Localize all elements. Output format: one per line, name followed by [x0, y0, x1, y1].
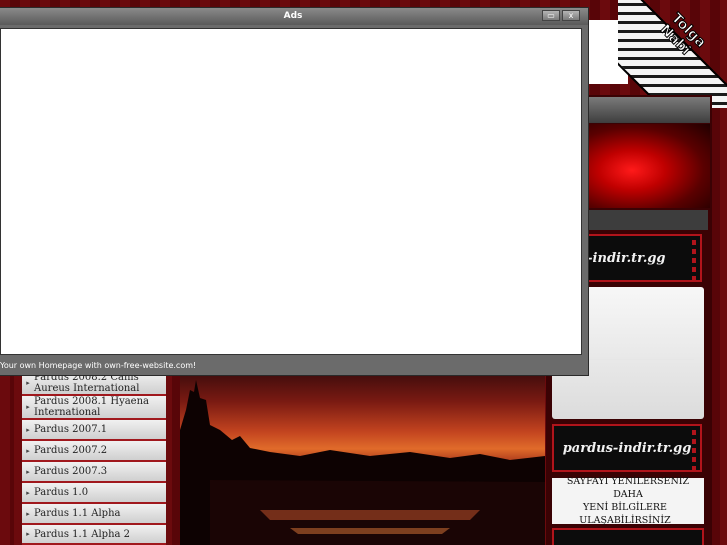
ads-title: Ads [283, 11, 303, 21]
right-sidebar-header [580, 97, 710, 123]
refresh-notice-line1: SAYFAYI YENİLERSENİZ DAHA [566, 476, 690, 500]
ads-content-area[interactable] [0, 28, 582, 355]
bullet-icon: ▸ [26, 403, 30, 411]
bullet-icon: ▸ [26, 379, 30, 387]
bullet-icon: ▸ [26, 509, 30, 518]
nav-item-pardus-2007-1[interactable]: ▸ Pardus 2007.1 [22, 420, 166, 441]
nav-item-pardus-2007-3[interactable]: ▸ Pardus 2007.3 [22, 462, 166, 483]
site-logo-middle-text: pardus-indir.tr.gg [562, 440, 692, 456]
nav-item-label: Pardus 2008.1 Hyaena International [34, 396, 149, 418]
nav-item-label: Pardus 2007.1 [34, 424, 108, 435]
logo-film-dots [692, 240, 696, 280]
nav-item-pardus-1-0[interactable]: ▸ Pardus 1.0 [22, 483, 166, 504]
nav-item-label: Pardus 1.1 Alpha 2 [34, 528, 131, 540]
nav-item-pardus-1-1-alpha[interactable]: ▸ Pardus 1.1 Alpha [22, 504, 166, 525]
close-icon[interactable]: x [562, 10, 580, 21]
site-logo-middle[interactable]: pardus-indir.tr.gg [552, 424, 702, 472]
ads-popup-window[interactable]: Ads ▭ x Your own Homepage with own-free-… [0, 8, 588, 375]
main-sunset-photo [180, 370, 545, 545]
corner-ribbon: Tolga Nabi [618, 0, 727, 108]
refresh-notice: SAYFAYI YENİLERSENİZ DAHA YENİ BİLGİLERE… [552, 476, 704, 526]
nav-item-pardus-2007-2[interactable]: ▸ Pardus 2007.2 [22, 441, 166, 462]
restore-icon[interactable]: ▭ [542, 10, 560, 21]
logo-film-dots [692, 430, 696, 470]
city-silhouette [180, 380, 545, 545]
nav-item-label: Pardus 2008.2 Canis Aureus International [34, 372, 140, 394]
site-logo-bottom [552, 528, 704, 545]
nav-item-label: Pardus 1.0 [34, 487, 89, 498]
nav-item-label: Pardus 1.1 Alpha [34, 508, 121, 519]
nav-item-pardus-2008-2[interactable]: ▸ Pardus 2008.2 Canis Aureus Internation… [22, 372, 166, 396]
bullet-icon: ▸ [26, 530, 30, 538]
bullet-icon: ▸ [26, 425, 30, 434]
bullet-icon: ▸ [26, 488, 30, 497]
nav-item-label: Pardus 2007.2 [34, 445, 108, 456]
nav-item-pardus-1-1-alpha-2[interactable]: ▸ Pardus 1.1 Alpha 2 [22, 525, 166, 545]
bullet-icon: ▸ [26, 446, 30, 455]
refresh-notice-line2: YENİ BİLGİLERE ULAŞABİLİRSİNİZ [579, 502, 671, 526]
nav-item-label: Pardus 2007.3 [34, 466, 108, 477]
bullet-icon: ▸ [26, 467, 30, 476]
ads-footer-link[interactable]: Your own Homepage with own-free-website.… [0, 358, 582, 373]
right-sidebar-banner-image [580, 124, 710, 208]
nav-item-pardus-2008-1[interactable]: ▸ Pardus 2008.1 Hyaena International [22, 396, 166, 420]
ads-titlebar[interactable]: Ads ▭ x [0, 8, 588, 25]
